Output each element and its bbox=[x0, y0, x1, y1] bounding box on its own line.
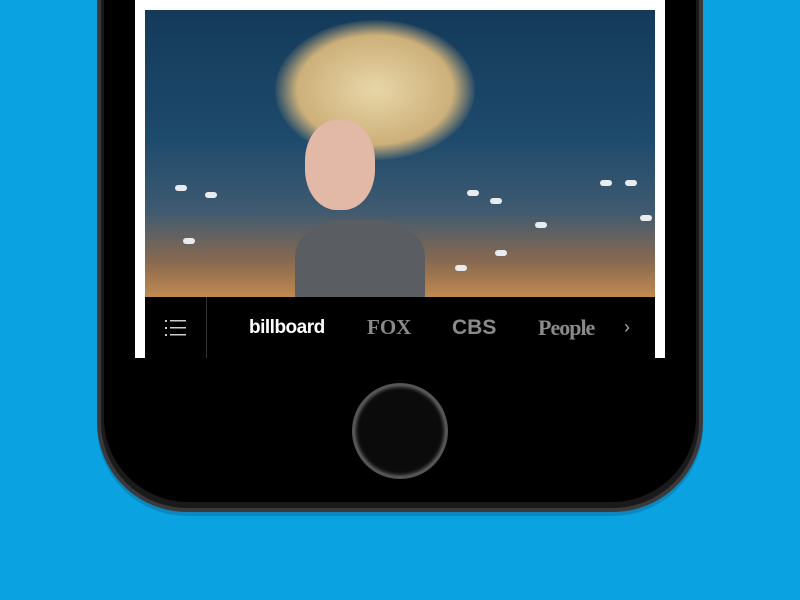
logo-people[interactable]: People bbox=[538, 315, 595, 341]
publisher-nav-bar: billboard FOX CBS People › bbox=[145, 297, 655, 358]
logo-cbs[interactable]: CBS bbox=[452, 316, 496, 340]
article-hero-image[interactable] bbox=[145, 10, 655, 297]
menu-button[interactable] bbox=[145, 297, 207, 358]
home-button[interactable] bbox=[352, 383, 448, 479]
chevron-right-icon[interactable]: › bbox=[624, 317, 630, 338]
logo-billboard[interactable]: billboard bbox=[249, 317, 325, 339]
logo-fox[interactable]: FOX bbox=[367, 315, 411, 340]
hamburger-list-icon bbox=[164, 319, 186, 336]
